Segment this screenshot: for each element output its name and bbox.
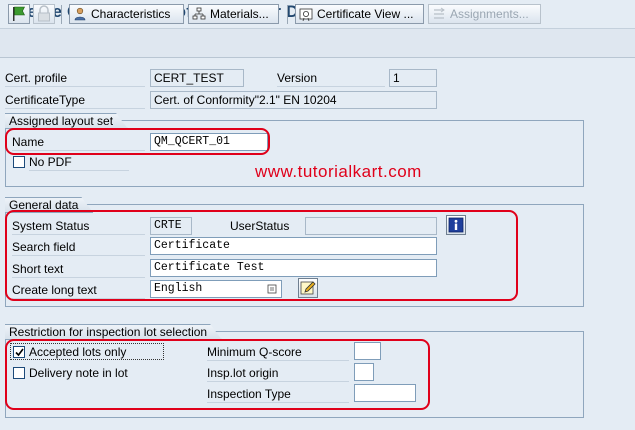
watermark-text: www.tutorialkart.com [255,162,422,181]
toolbar-separator [61,5,62,24]
certificate-view-button[interactable]: Certificate View ... [295,4,424,24]
restriction-highlight [5,339,430,410]
lock-icon [38,5,50,22]
certificate-type-label: CertificateType [5,91,145,109]
assignments-button[interactable]: Assignments... [428,4,541,24]
layout-set-group-title: Assigned layout set [5,113,128,129]
name-highlight [5,128,270,155]
activate-button[interactable] [8,4,30,24]
application-toolbar [0,28,635,58]
assignments-icon [434,7,445,19]
restriction-group-title: Restriction for inspection lot selection [5,324,222,340]
certificate-icon [299,8,313,21]
person-icon [74,7,86,21]
cert-profile-label: Cert. profile [5,69,145,87]
no-pdf-checkbox[interactable] [13,156,25,168]
flag-icon [13,6,25,21]
general-data-highlight [5,210,518,301]
version-field[interactable]: 1 [389,69,437,87]
version-label: Version [277,69,385,87]
materials-button[interactable]: Materials... [188,4,279,24]
hierarchy-icon [192,7,206,20]
toolbar-separator [287,5,288,24]
lock-button[interactable] [33,4,55,24]
certificate-type-field[interactable]: Cert. of Conformity"2.1" EN 10204 [150,91,437,109]
characteristics-button[interactable]: Characteristics [69,4,184,24]
cert-profile-field[interactable]: CERT_TEST [150,69,244,87]
no-pdf-label: No PDF [29,153,129,171]
